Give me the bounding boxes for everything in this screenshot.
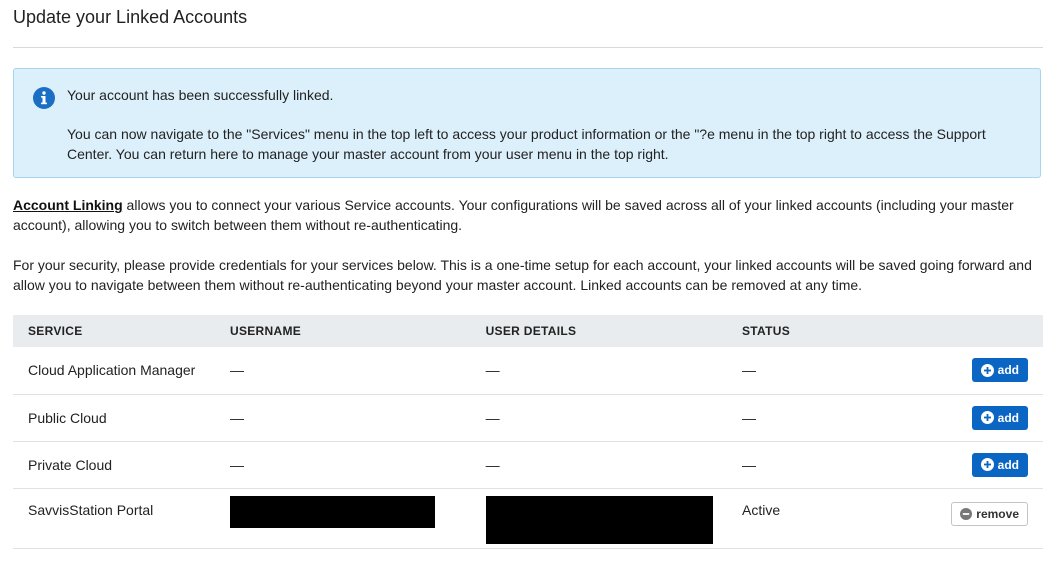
plus-circle-icon — [980, 458, 994, 471]
minus-circle-icon — [960, 507, 973, 520]
page-title: Update your Linked Accounts — [13, 7, 248, 27]
service-name: SavvisStation Portal — [13, 488, 215, 549]
service-name: Private Cloud — [13, 441, 215, 489]
account-linking-text: allows you to connect your various Servi… — [13, 197, 1014, 233]
username-cell — [214, 488, 471, 549]
redacted-user-details — [485, 495, 713, 544]
user-details-cell: — — [470, 347, 727, 395]
info-circle-icon — [33, 87, 55, 109]
success-alert: Your account has been successfully linke… — [13, 68, 1041, 178]
header-username: USERNAME — [229, 324, 302, 338]
add-button-label: add — [997, 410, 1019, 425]
header-service: SERVICE — [28, 324, 83, 338]
username-cell: — — [214, 394, 471, 442]
user-details-cell: — — [470, 394, 727, 442]
status-cell: — — [727, 441, 937, 489]
service-name: Public Cloud — [13, 394, 215, 442]
plus-circle-icon — [980, 411, 994, 424]
security-description: For your security, please provide creden… — [13, 257, 1032, 293]
table-header-row: SERVICE USERNAME USER DETAILS STATUS — [13, 315, 1043, 347]
alert-title: Your account has been successfully linke… — [67, 87, 334, 103]
linked-accounts-table: SERVICE USERNAME USER DETAILS STATUS Clo… — [13, 315, 1043, 549]
table-row: Cloud Application Manager — — — add — [13, 347, 1043, 395]
table-row: Private Cloud — — — add — [13, 441, 1043, 489]
user-details-cell: — — [470, 441, 727, 489]
header-action — [936, 315, 1043, 347]
status-cell: — — [727, 394, 937, 442]
add-button[interactable]: add — [971, 358, 1028, 383]
add-button[interactable]: add — [971, 452, 1028, 477]
add-button-label: add — [997, 457, 1019, 472]
username-cell: — — [214, 441, 471, 489]
header-user-details: USER DETAILS — [485, 324, 577, 338]
plus-circle-icon — [980, 363, 994, 377]
redacted-username — [229, 495, 435, 528]
header-status: STATUS — [742, 324, 791, 338]
title-divider — [13, 47, 1043, 48]
alert-body: You can now navigate to the "Services" m… — [67, 126, 986, 162]
account-linking-description: Account Linking allows you to connect yo… — [13, 195, 1033, 235]
table-row: SavvisStation Portal Active remove — [13, 488, 1043, 549]
table-row: Public Cloud — — — add — [13, 394, 1043, 442]
add-button[interactable]: add — [971, 405, 1028, 430]
remove-button[interactable]: remove — [951, 501, 1028, 526]
remove-button-label: remove — [976, 506, 1019, 521]
username-cell: — — [214, 347, 471, 395]
linked-accounts-page: Update your Linked Accounts Your account… — [0, 0, 1053, 587]
user-details-cell — [470, 488, 727, 549]
service-name: Cloud Application Manager — [13, 347, 215, 395]
add-button-label: add — [997, 363, 1019, 378]
status-cell: — — [727, 347, 937, 395]
account-linking-link[interactable]: Account Linking — [13, 197, 123, 213]
status-cell: Active — [727, 488, 937, 549]
